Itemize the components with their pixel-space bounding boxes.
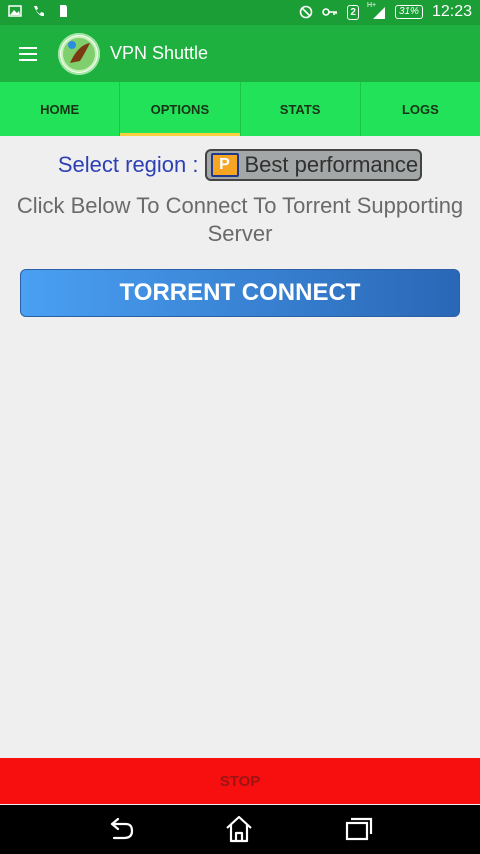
region-selected-value: Best performance <box>244 152 419 177</box>
vpn-key-icon <box>322 8 338 16</box>
battery-indicator: 31% <box>394 5 423 19</box>
tab-bar: HOME OPTIONS STATS LOGS <box>0 82 480 136</box>
tab-home-label: HOME <box>40 101 80 117</box>
region-selector-row: Select region : P Best performance <box>0 148 480 182</box>
region-flag-icon: P <box>210 153 239 177</box>
tab-logs[interactable]: LOGS <box>361 82 480 136</box>
connect-hint-text: Click Below To Connect To Torrent Suppor… <box>16 193 464 246</box>
torrent-connect-button[interactable]: TORRENT CONNECT <box>20 269 460 317</box>
vpn-shuttle-logo-icon <box>58 33 100 75</box>
tab-options-label: OPTIONS <box>150 101 210 117</box>
system-nav-bar <box>0 805 480 854</box>
sim-notification-icon <box>60 5 67 17</box>
tab-stats[interactable]: STATS <box>241 82 361 136</box>
tab-options[interactable]: OPTIONS <box>120 82 241 136</box>
sim-indicator: 2 <box>347 4 359 20</box>
region-label: Select region : <box>57 152 199 177</box>
back-icon[interactable] <box>104 814 138 844</box>
signal-icon: H+ <box>367 2 386 20</box>
status-bar: 2 H+ 31% 12:23 <box>0 0 480 25</box>
tab-logs-label: LOGS <box>401 101 439 117</box>
do-not-disturb-icon <box>300 5 313 19</box>
app-title: VPN Shuttle <box>110 43 209 63</box>
status-time: 12:23 <box>431 3 472 20</box>
stop-button[interactable]: STOP <box>0 758 480 804</box>
hamburger-menu-icon[interactable] <box>12 38 44 70</box>
recent-apps-icon[interactable] <box>342 814 376 844</box>
region-dropdown[interactable]: P Best performance <box>204 149 423 181</box>
image-notification-icon <box>8 5 22 17</box>
tab-stats-label: STATS <box>279 101 321 117</box>
tab-home[interactable]: HOME <box>0 82 121 136</box>
phone-notification-icon <box>34 6 44 17</box>
app-bar: VPN Shuttle <box>0 25 480 82</box>
home-icon[interactable] <box>222 814 256 844</box>
